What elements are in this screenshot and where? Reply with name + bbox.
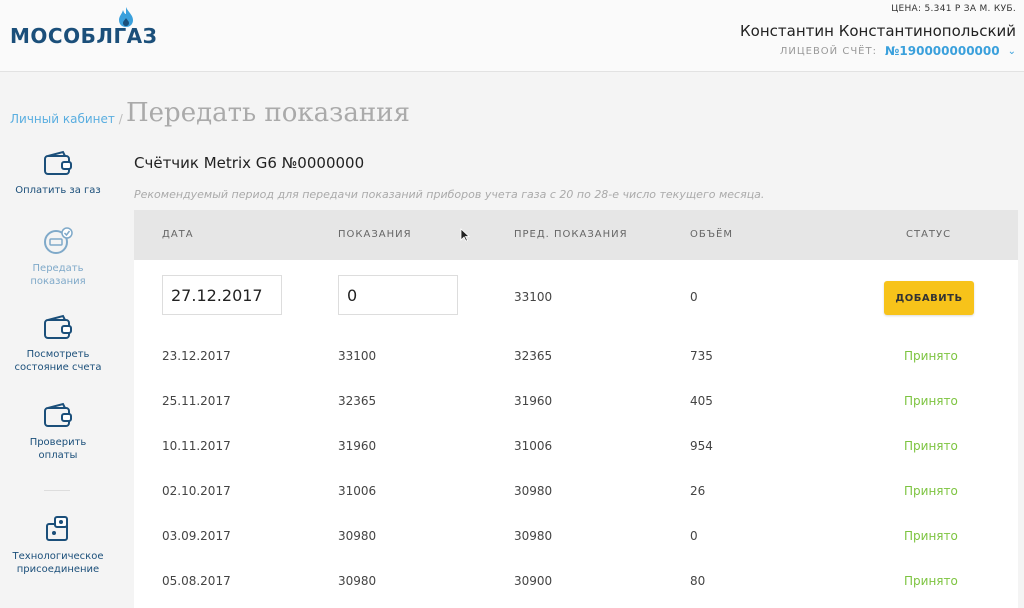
logo[interactable]: МОСОБЛГАЗ bbox=[10, 24, 157, 48]
sidebar-item-pay-gas[interactable]: Оплатить за газ bbox=[0, 150, 116, 197]
breadcrumb-separator: / bbox=[118, 112, 123, 126]
account-selector[interactable]: ЛИЦЕВОЙ СЧЁТ: №190000000000 ⌄ bbox=[780, 44, 1016, 58]
gas-price: ЦЕНА: 5.341 Р ЗА М. КУБ. bbox=[891, 4, 1016, 14]
add-button[interactable]: ДОБАВИТЬ bbox=[884, 281, 974, 315]
page-title: Передать показания bbox=[126, 98, 410, 128]
prev-reading-cell: 30900 bbox=[514, 574, 553, 588]
prev-reading-cell: 31006 bbox=[514, 439, 553, 453]
reading-cell: 31960 bbox=[338, 439, 377, 453]
volume-value: 0 bbox=[690, 290, 698, 304]
sidebar-item-label: Проверить оплаты bbox=[29, 437, 87, 461]
mouse-cursor-icon bbox=[460, 228, 470, 242]
wallet-icon bbox=[44, 314, 72, 339]
sidebar-divider bbox=[44, 490, 70, 491]
status-cell: Принято bbox=[904, 394, 958, 408]
volume-cell: 954 bbox=[690, 439, 713, 453]
prev-reading-value: 33100 bbox=[514, 290, 553, 304]
column-header-reading: ПОКАЗАНИЯ bbox=[338, 229, 412, 240]
user-name: Константин Константинопольский bbox=[740, 22, 1016, 40]
prev-reading-cell: 31960 bbox=[514, 394, 553, 408]
date-cell: 02.10.2017 bbox=[162, 484, 231, 498]
column-header-volume: ОБЪЁМ bbox=[690, 229, 734, 240]
reading-input[interactable] bbox=[338, 275, 458, 315]
table-row: 03.09.2017 30980 30980 0 Принято bbox=[134, 515, 1018, 560]
chevron-down-icon[interactable]: ⌄ bbox=[1008, 46, 1016, 57]
date-cell: 10.11.2017 bbox=[162, 439, 231, 453]
account-number[interactable]: №190000000000 bbox=[885, 44, 1000, 58]
breadcrumb-link-cabinet[interactable]: Личный кабинет bbox=[10, 112, 115, 126]
new-reading-row: 33100 0 ДОБАВИТЬ bbox=[134, 260, 1018, 335]
table-row: 25.11.2017 32365 31960 405 Принято bbox=[134, 380, 1018, 425]
date-cell: 23.12.2017 bbox=[162, 349, 231, 363]
table-row: 02.10.2017 31006 30980 26 Принято bbox=[134, 470, 1018, 515]
sidebar-item-account-status[interactable]: Посмотреть состояние счета bbox=[0, 314, 116, 374]
volume-cell: 26 bbox=[690, 484, 706, 498]
sidebar-item-submit-readings[interactable]: Передать показания bbox=[0, 226, 116, 288]
flame-icon bbox=[119, 7, 133, 27]
prev-reading-cell: 30980 bbox=[514, 484, 553, 498]
column-header-date: ДАТА bbox=[162, 229, 194, 240]
submission-hint: Рекомендуемый период для передачи показа… bbox=[134, 188, 765, 201]
sidebar-item-tech-connection[interactable]: Технологическое присоединение bbox=[0, 514, 116, 576]
wallet-icon bbox=[44, 402, 72, 427]
sidebar-item-label: Передать показания bbox=[30, 263, 86, 287]
reading-cell: 30980 bbox=[338, 574, 377, 588]
date-cell: 03.09.2017 bbox=[162, 529, 231, 543]
column-header-status: СТАТУС bbox=[906, 229, 952, 240]
reading-cell: 32365 bbox=[338, 394, 377, 408]
date-cell: 05.08.2017 bbox=[162, 574, 231, 588]
column-header-prev-reading: ПРЕД. ПОКАЗАНИЯ bbox=[514, 229, 628, 240]
sidebar-item-label: Посмотреть состояние счета bbox=[14, 349, 102, 373]
table-header: ДАТА ПОКАЗАНИЯ ПРЕД. ПОКАЗАНИЯ ОБЪЁМ СТА… bbox=[134, 210, 1018, 260]
meter-title: Счётчик Metrix G6 №0000000 bbox=[134, 154, 365, 172]
status-cell: Принято bbox=[904, 529, 958, 543]
reading-cell: 30980 bbox=[338, 529, 377, 543]
wallet-icon bbox=[44, 150, 72, 175]
readings-table: ДАТА ПОКАЗАНИЯ ПРЕД. ПОКАЗАНИЯ ОБЪЁМ СТА… bbox=[134, 210, 1018, 608]
reading-cell: 33100 bbox=[338, 349, 377, 363]
connection-icon bbox=[46, 516, 68, 541]
table-row: 23.12.2017 33100 32365 735 Принято bbox=[134, 335, 1018, 380]
status-cell: Принято bbox=[904, 439, 958, 453]
sidebar-item-label: Технологическое присоединение bbox=[12, 551, 104, 575]
status-cell: Принято bbox=[904, 484, 958, 498]
header: МОСОБЛГАЗ ЦЕНА: 5.341 Р ЗА М. КУБ. Конст… bbox=[0, 0, 1024, 72]
prev-reading-cell: 32365 bbox=[514, 349, 553, 363]
status-cell: Принято bbox=[904, 349, 958, 363]
sidebar-item-check-payments[interactable]: Проверить оплаты bbox=[0, 402, 116, 462]
table-row: 05.08.2017 30980 30900 80 Принято bbox=[134, 560, 1018, 605]
date-cell: 25.11.2017 bbox=[162, 394, 231, 408]
date-input[interactable] bbox=[162, 275, 282, 315]
meter-icon bbox=[44, 227, 73, 254]
reading-cell: 31006 bbox=[338, 484, 377, 498]
volume-cell: 405 bbox=[690, 394, 713, 408]
breadcrumb: Личный кабинет / bbox=[10, 112, 123, 126]
table-row: 10.11.2017 31960 31006 954 Принято bbox=[134, 425, 1018, 470]
sidebar-item-label: Оплатить за газ bbox=[15, 185, 101, 196]
status-cell: Принято bbox=[904, 574, 958, 588]
volume-cell: 0 bbox=[690, 529, 698, 543]
volume-cell: 735 bbox=[690, 349, 713, 363]
account-label: ЛИЦЕВОЙ СЧЁТ: bbox=[779, 45, 877, 57]
prev-reading-cell: 30980 bbox=[514, 529, 553, 543]
volume-cell: 80 bbox=[690, 574, 706, 588]
